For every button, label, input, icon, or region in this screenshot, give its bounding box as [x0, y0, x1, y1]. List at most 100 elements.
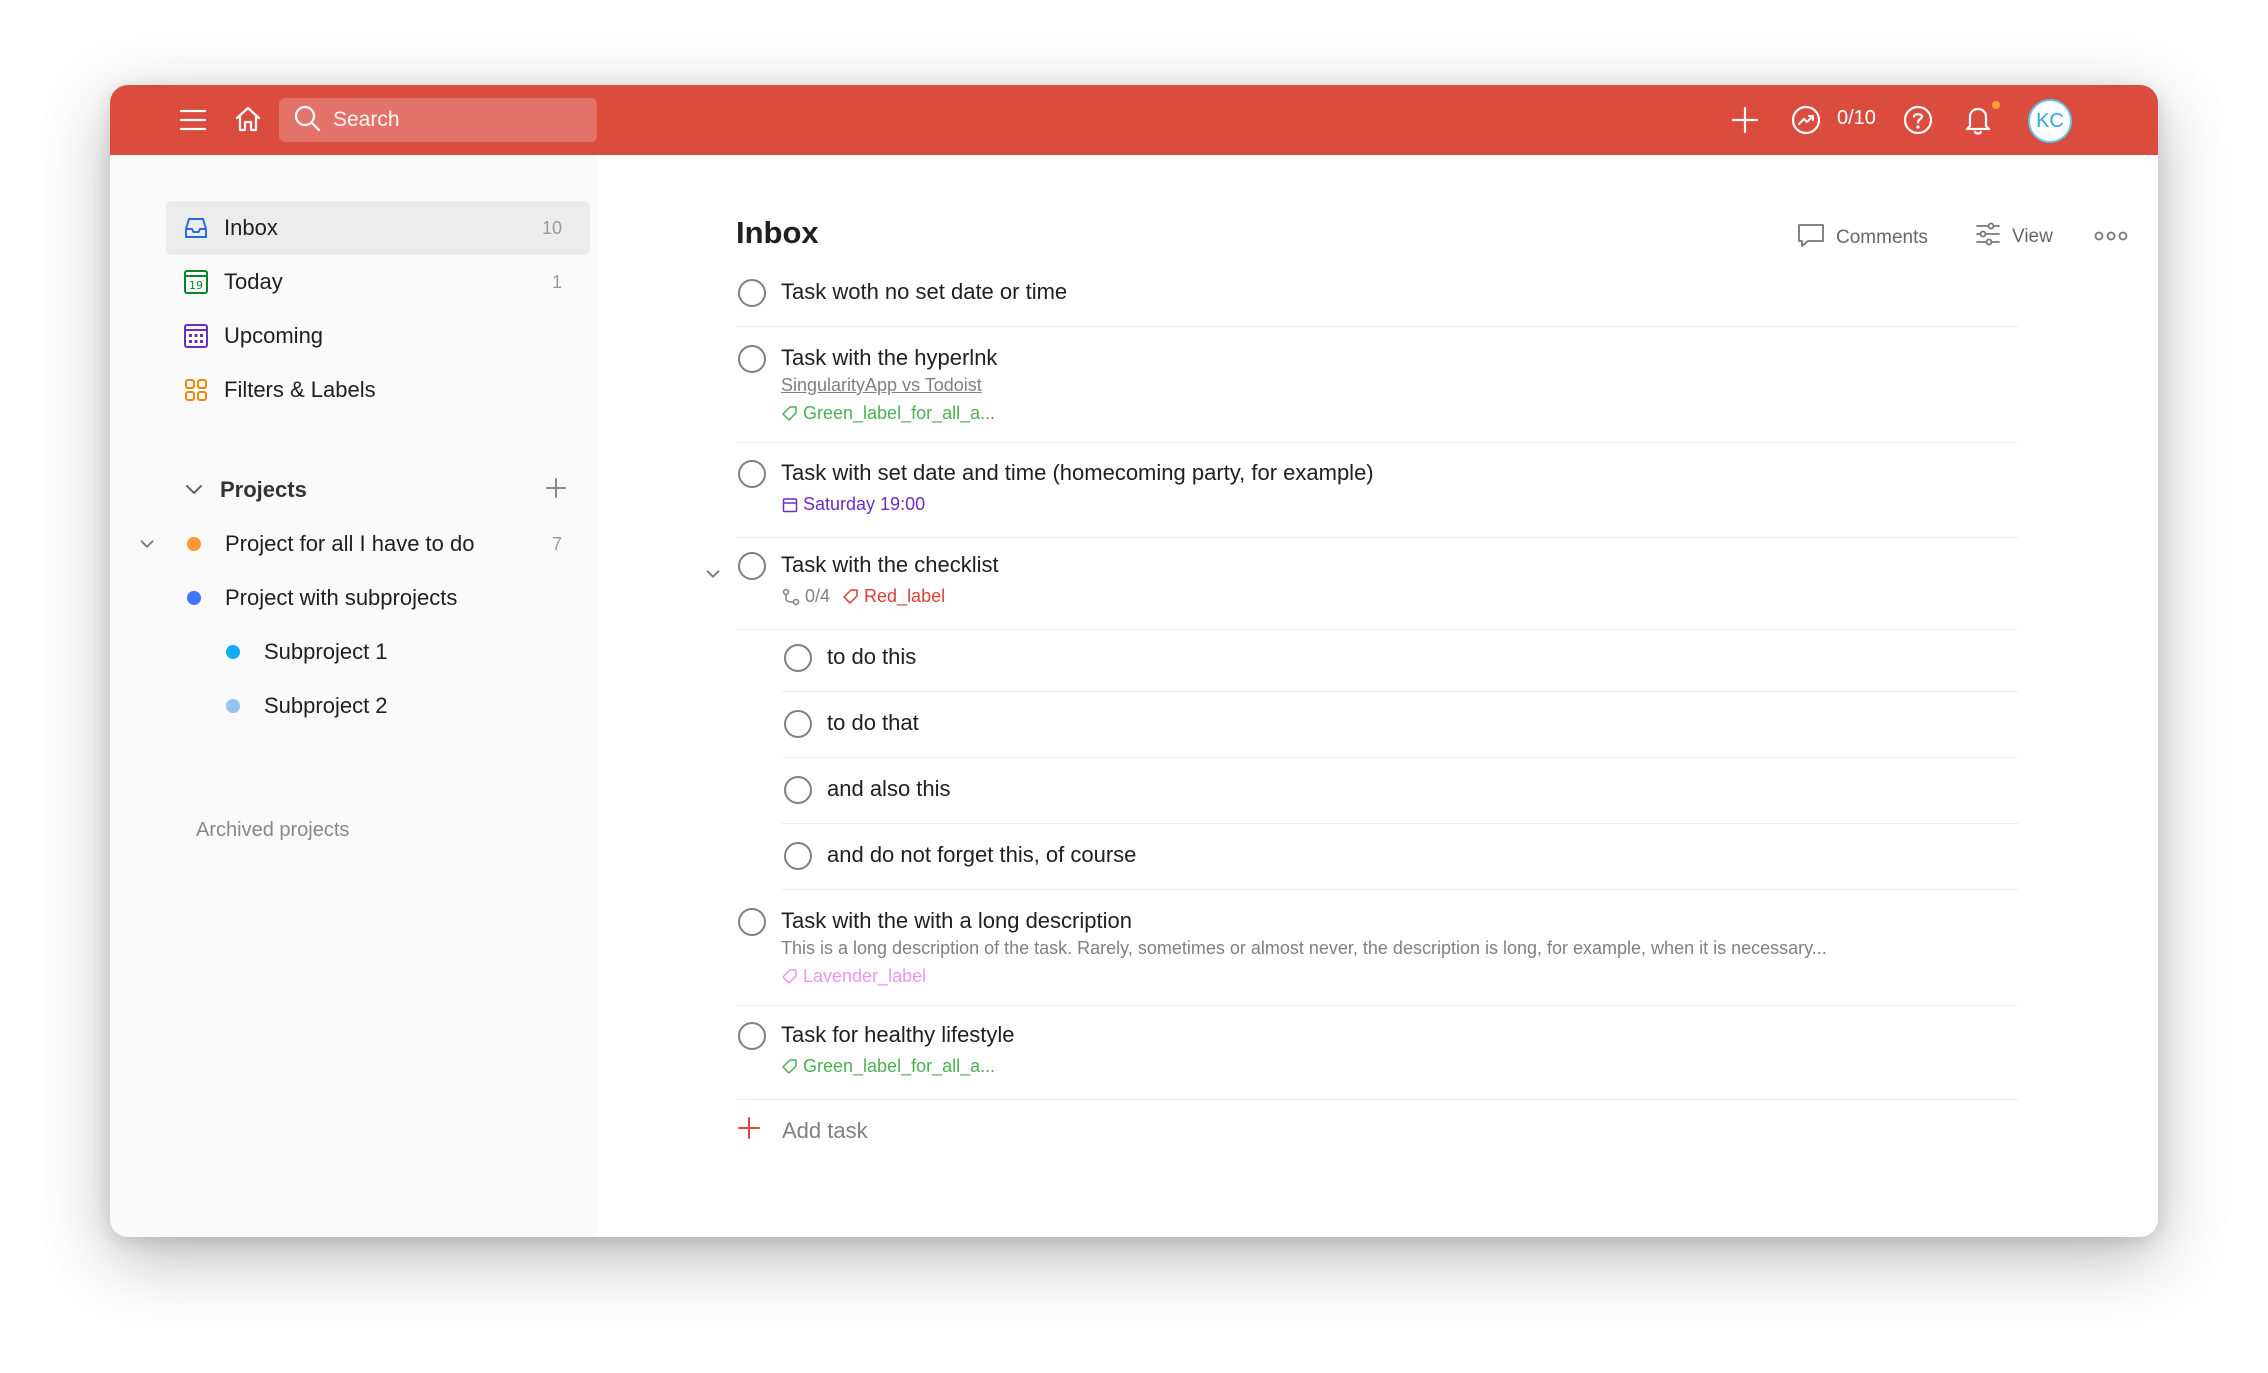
subtask-item[interactable]: and also this: [782, 776, 2018, 824]
task-title[interactable]: to do that: [827, 710, 919, 736]
task-label[interactable]: Green_label_for_all_a...: [781, 1056, 995, 1077]
search-icon: [293, 104, 321, 137]
task-due-date[interactable]: Saturday 19:00: [781, 494, 925, 515]
projects-header[interactable]: Projects: [166, 465, 590, 515]
task-title[interactable]: and do not forget this, of course: [827, 842, 1136, 868]
task-checkbox[interactable]: [738, 460, 766, 488]
task-label[interactable]: Red_label: [842, 586, 945, 607]
projects-heading: Projects: [220, 477, 307, 502]
productivity-icon[interactable]: [1790, 104, 1822, 136]
page-title: Inbox: [736, 215, 819, 250]
comment-icon: [1796, 221, 1826, 255]
task-checkbox[interactable]: [738, 345, 766, 373]
task-checkbox[interactable]: [738, 279, 766, 307]
task-item[interactable]: Task woth no set date or time: [736, 279, 2018, 327]
top-bar: Search 0/10 KC: [110, 85, 2158, 155]
task-checkbox[interactable]: [738, 1022, 766, 1050]
task-title[interactable]: Task with the hyperlnk: [781, 345, 997, 371]
calendar-today-icon: 19: [182, 268, 210, 296]
task-title[interactable]: and also this: [827, 776, 951, 802]
task-checkbox[interactable]: [738, 908, 766, 936]
task-label[interactable]: Lavender_label: [781, 966, 926, 987]
task-item[interactable]: Task with set date and time (homecoming …: [736, 460, 2018, 538]
project-label: Subproject 1: [264, 639, 388, 664]
task-item[interactable]: Task with the checklist 0/4 Red_label: [736, 552, 2018, 630]
sidebar-project[interactable]: Project for all I have to do 7: [187, 517, 590, 571]
comments-label: Comments: [1836, 227, 1928, 248]
task-description: This is a long description of the task. …: [781, 938, 1827, 958]
task-title[interactable]: Task woth no set date or time: [781, 279, 1067, 305]
project-label: Project for all I have to do: [225, 531, 475, 556]
notification-badge: [1990, 99, 2002, 111]
task-title[interactable]: Task with set date and time (homecoming …: [781, 460, 1374, 486]
karma-progress[interactable]: 0/10: [1837, 107, 1876, 130]
task-item[interactable]: Task with the with a long description Th…: [736, 908, 2018, 1006]
project-color-dot: [187, 591, 201, 605]
task-item[interactable]: Task with the hyperlnk SingularityApp vs…: [736, 345, 2018, 443]
sidebar-item-label: Today: [224, 269, 283, 294]
task-checkbox[interactable]: [784, 644, 812, 672]
plus-icon: [736, 1115, 762, 1146]
task-title[interactable]: Task for healthy lifestyle: [781, 1022, 1015, 1048]
label-text: Green_label_for_all_a...: [803, 1056, 996, 1076]
project-color-dot: [226, 645, 240, 659]
sidebar-item-label: Upcoming: [224, 323, 324, 348]
menu-icon[interactable]: [178, 107, 208, 133]
task-checkbox[interactable]: [784, 776, 812, 804]
subtask-count: 0/4: [805, 586, 831, 606]
bell-icon[interactable]: [1962, 102, 1994, 136]
task-hyperlink[interactable]: SingularityApp vs Todoist: [781, 375, 982, 396]
task-title[interactable]: Task with the with a long description: [781, 908, 1132, 934]
app-window: Search 0/10 KC Inbox 10 19 Today 1 Upcom…: [110, 85, 2158, 1237]
due-date-text: Saturday 19:00: [803, 494, 926, 514]
svg-text:19: 19: [189, 279, 203, 292]
subtask-item[interactable]: to do this: [782, 644, 2018, 692]
task-item[interactable]: Task for healthy lifestyle Green_label_f…: [736, 1022, 2018, 1100]
subtask-item[interactable]: and do not forget this, of course: [782, 842, 2018, 890]
add-task-icon[interactable]: [1730, 105, 1760, 135]
sidebar-subproject[interactable]: Subproject 2: [226, 679, 590, 733]
sidebar-item-count: 10: [541, 217, 562, 238]
more-options-icon[interactable]: [2094, 229, 2128, 243]
label-tag-icon: [843, 588, 858, 604]
chevron-down-icon[interactable]: [702, 563, 724, 590]
view-button[interactable]: View: [1974, 221, 2053, 253]
task-checkbox[interactable]: [784, 842, 812, 870]
task-checkbox[interactable]: [784, 710, 812, 738]
task-title[interactable]: to do this: [827, 644, 916, 670]
sidebar-item-today[interactable]: 19 Today 1: [166, 255, 590, 309]
project-label: Subproject 2: [264, 693, 388, 718]
sidebar-project[interactable]: Project with subprojects: [187, 571, 590, 625]
add-project-icon[interactable]: [544, 476, 568, 505]
sidebar-item-upcoming[interactable]: Upcoming: [166, 309, 590, 363]
sidebar-item-filters-labels[interactable]: Filters & Labels: [166, 363, 590, 417]
sidebar-item-inbox[interactable]: Inbox 10: [166, 201, 590, 255]
subtask-icon: [782, 588, 800, 605]
home-icon[interactable]: [232, 103, 264, 135]
avatar[interactable]: KC: [2028, 99, 2072, 143]
sidebar-item-label: Inbox: [224, 215, 278, 240]
label-tag-icon: [782, 968, 797, 984]
calendar-upcoming-icon: [182, 322, 210, 350]
sidebar-item-count: 1: [551, 271, 562, 292]
help-icon[interactable]: [1902, 104, 1934, 136]
inbox-icon: [182, 214, 210, 242]
task-title[interactable]: Task with the checklist: [781, 552, 999, 578]
task-link-row: SingularityApp vs Todoist: [781, 375, 982, 396]
chevron-down-icon[interactable]: [136, 533, 158, 555]
label-tag-icon: [782, 1058, 797, 1074]
label-tag-icon: [782, 405, 797, 421]
main-content: Inbox Comments View Task woth no set dat…: [598, 155, 2158, 1237]
view-label: View: [2012, 226, 2053, 247]
calendar-icon: [782, 497, 798, 512]
add-task-button[interactable]: Add task: [736, 1115, 868, 1146]
subtask-item[interactable]: to do that: [782, 710, 2018, 758]
task-label[interactable]: Green_label_for_all_a...: [781, 403, 995, 424]
archived-projects-link[interactable]: Archived projects: [196, 819, 349, 842]
search-input[interactable]: Search: [279, 98, 597, 142]
sidebar-subproject[interactable]: Subproject 1: [226, 625, 590, 679]
sidebar: Inbox 10 19 Today 1 Upcoming Filters & L…: [110, 155, 598, 1237]
task-checkbox[interactable]: [738, 552, 766, 580]
chevron-down-icon[interactable]: [182, 478, 206, 502]
comments-button[interactable]: Comments: [1796, 221, 1928, 255]
